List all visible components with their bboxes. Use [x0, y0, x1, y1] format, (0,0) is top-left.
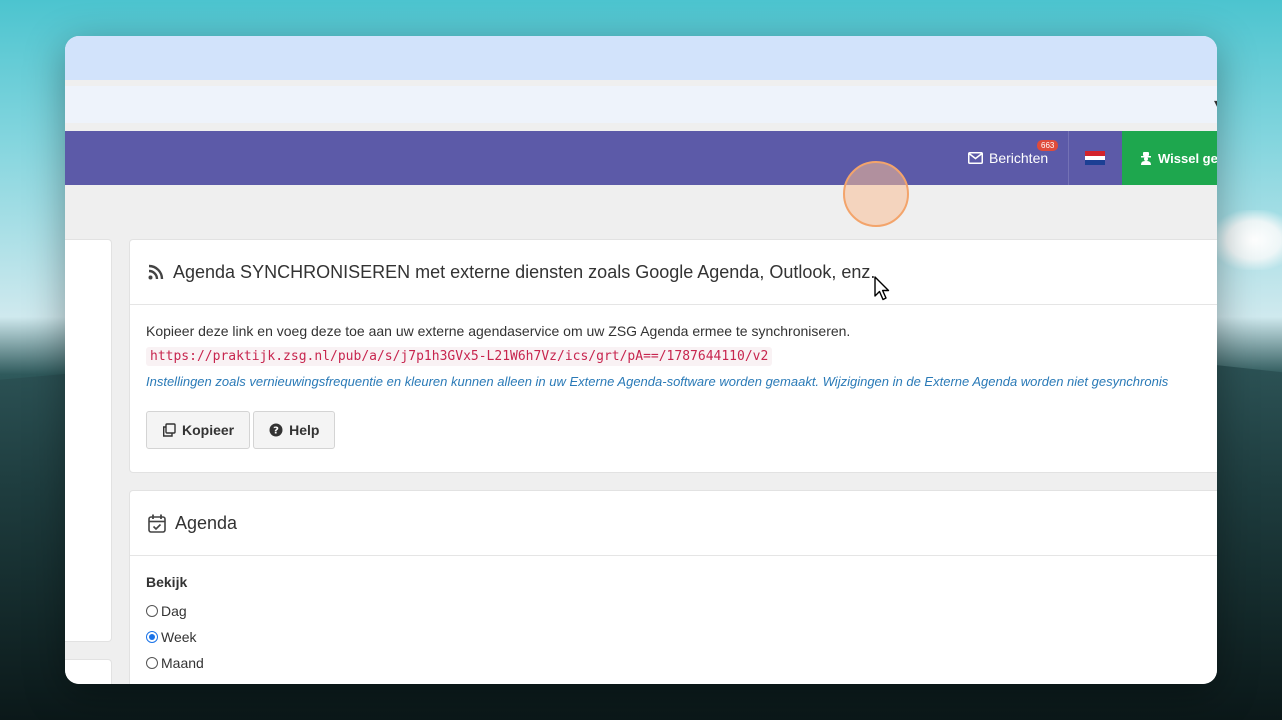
question-circle-icon: ? [269, 423, 283, 437]
view-label: Bekijk [146, 574, 188, 590]
switch-user-button[interactable]: Wissel ge [1122, 131, 1217, 185]
rss-icon [148, 264, 164, 280]
browser-tab-strip [65, 36, 1217, 80]
copy-button-label: Kopieer [182, 422, 235, 438]
copy-icon [163, 423, 176, 437]
dutch-flag-icon[interactable] [1085, 151, 1105, 165]
click-indicator [843, 161, 909, 227]
sync-note: Instellingen zoals vernieuwingsfrequenti… [146, 374, 1169, 389]
sync-description: Kopieer deze link en voeg deze toe aan u… [146, 323, 851, 339]
navbar-divider [1068, 131, 1069, 185]
view-option-month[interactable]: Maand [146, 650, 1214, 676]
top-navbar: Berichten 663 Wissel ge [65, 131, 1217, 185]
calendar-check-icon [148, 514, 166, 533]
help-button[interactable]: ? Help [253, 411, 336, 449]
sync-card-header: Agenda SYNCHRONISEREN met externe dienst… [130, 240, 1217, 305]
messages-link[interactable]: Berichten [968, 131, 1048, 185]
mouse-cursor-icon [874, 276, 890, 301]
radio-month[interactable] [146, 657, 158, 669]
browser-window: ▾ Berichten 663 Wissel ge Agenda SYNCHRO… [65, 36, 1217, 684]
view-option-month-label: Maand [161, 655, 204, 671]
sidebar-panel [65, 239, 112, 642]
user-secret-icon [1141, 151, 1151, 165]
sidebar-panel-lower [65, 659, 112, 684]
radio-week[interactable] [146, 631, 158, 643]
messages-label: Berichten [989, 150, 1049, 166]
agenda-card-header: Agenda [130, 491, 1217, 556]
browser-toolbar: ▾ [65, 86, 1217, 123]
copy-button[interactable]: Kopieer [146, 411, 251, 449]
chevron-down-icon[interactable]: ▾ [1214, 96, 1217, 110]
svg-text:?: ? [273, 426, 279, 437]
messages-count-badge: 663 [1037, 140, 1059, 151]
view-option-week-label: Week [161, 629, 197, 645]
envelope-icon [968, 152, 983, 164]
view-option-week[interactable]: Week [146, 624, 1214, 650]
sync-card: Agenda SYNCHRONISEREN met externe dienst… [129, 239, 1217, 473]
help-button-label: Help [289, 422, 320, 438]
sync-card-title: Agenda SYNCHRONISEREN met externe dienst… [173, 261, 876, 282]
view-option-day[interactable]: Dag [146, 598, 1214, 624]
radio-day[interactable] [146, 605, 158, 617]
background-cloud [1212, 210, 1282, 270]
sync-url[interactable]: https://praktijk.zsg.nl/pub/a/s/j7p1h3GV… [146, 347, 773, 366]
agenda-card-title: Agenda [175, 512, 238, 533]
agenda-card: Agenda Bekijk Dag Week Maand [129, 490, 1217, 684]
switch-user-label: Wissel ge [1158, 150, 1217, 166]
view-option-day-label: Dag [161, 603, 187, 619]
